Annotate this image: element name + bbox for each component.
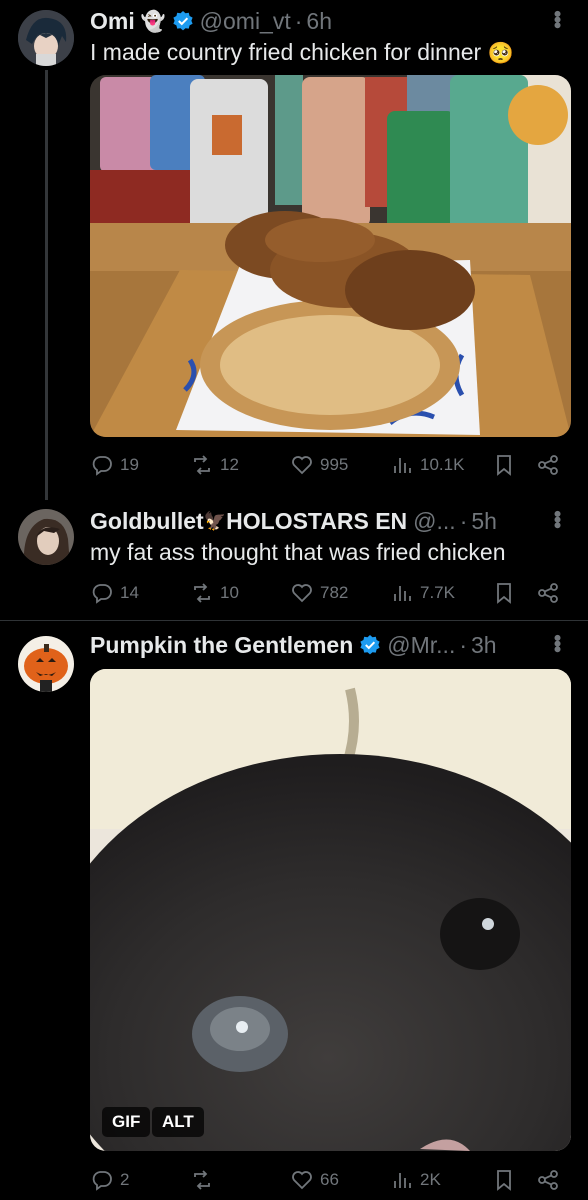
views-button[interactable]: 2K [390, 1168, 490, 1192]
like-count: 782 [320, 583, 349, 602]
post-gif[interactable]: GIF ALT [90, 669, 571, 1151]
share-icon[interactable] [536, 1168, 560, 1192]
repost-count: 12 [220, 455, 239, 474]
post-actions: 14 10 782 7.7K [90, 578, 570, 608]
post-actions: 19 12 995 10.1K [90, 450, 570, 480]
avatar[interactable] [18, 509, 74, 565]
like-button[interactable]: 995 [290, 453, 390, 477]
share-icon[interactable] [536, 453, 560, 477]
heart-icon [292, 456, 312, 475]
repost-button[interactable]: 10 [190, 581, 290, 605]
heart-icon [292, 584, 312, 603]
views-icon [394, 458, 411, 473]
verified-badge-icon [173, 11, 193, 31]
name-symbol: 🦅 [203, 510, 227, 531]
repost-icon [194, 583, 210, 603]
gif-badge[interactable]: GIF [102, 1107, 151, 1137]
display-name[interactable]: Pumpkin the Gentlemen [90, 632, 353, 659]
repost-icon [194, 455, 210, 475]
post-goldbullet[interactable]: Goldbullet 🦅 HOLOSTARS EN @... · 5h ••• … [0, 500, 588, 620]
more-options-icon[interactable]: ••• [544, 510, 570, 527]
display-name[interactable]: Goldbullet [90, 508, 204, 535]
views-icon [394, 1173, 411, 1188]
bookmark-icon[interactable] [492, 453, 516, 477]
bookmark-icon[interactable] [492, 581, 516, 605]
avatar[interactable] [18, 10, 74, 66]
timestamp[interactable]: 6h [306, 8, 332, 35]
views-button[interactable]: 7.7K [390, 581, 490, 605]
more-options-icon[interactable]: ••• [544, 634, 570, 651]
like-count: 995 [320, 455, 349, 474]
post-divider [0, 620, 588, 621]
more-options-icon[interactable]: ••• [544, 10, 570, 27]
name-emoji: 👻 [140, 10, 166, 33]
reply-icon [92, 456, 112, 476]
like-button[interactable]: 782 [290, 581, 390, 605]
display-name[interactable]: Omi [90, 8, 135, 35]
post-text: I made country fried chicken for dinner … [90, 37, 570, 69]
repost-button[interactable]: 12 [190, 453, 290, 477]
share-icon[interactable] [536, 581, 560, 605]
separator-dot: · [459, 631, 468, 658]
post-header: Omi 👻 @omi_vt · 6h [90, 6, 570, 36]
reply-icon [92, 1171, 112, 1191]
post-text-body: I made country fried chicken for dinner [90, 39, 482, 65]
post-text: my fat ass thought that was fried chicke… [90, 539, 506, 565]
post-omi[interactable]: Omi 👻 @omi_vt · 6h ••• I made country fr… [0, 0, 588, 500]
timestamp[interactable]: 3h [471, 632, 497, 659]
handle[interactable]: @... [413, 508, 456, 535]
thread-line [45, 70, 48, 500]
black-cat-gif [90, 669, 571, 1151]
like-button[interactable]: 66 [290, 1168, 390, 1192]
reply-button[interactable]: 14 [90, 581, 190, 605]
handle[interactable]: @omi_vt [200, 8, 291, 35]
fried-chicken-photo [90, 75, 571, 437]
post-header: Goldbullet 🦅 HOLOSTARS EN @... · 5h [90, 506, 570, 536]
repost-button[interactable] [190, 1168, 290, 1192]
view-count: 7.7K [420, 583, 455, 602]
views-icon [394, 586, 411, 601]
avatar-image [18, 10, 74, 66]
views-button[interactable]: 10.1K [390, 453, 490, 477]
alt-badge[interactable]: ALT [152, 1107, 204, 1137]
like-count: 66 [320, 1170, 339, 1189]
post-header: Pumpkin the Gentlemen @Mr... · 3h [90, 630, 570, 660]
separator-dot: · [294, 7, 303, 34]
view-count: 2K [420, 1170, 441, 1189]
repost-count: 10 [220, 583, 239, 602]
reply-icon [92, 584, 112, 604]
reply-count: 19 [120, 455, 139, 474]
display-name-suffix[interactable]: HOLOSTARS EN [226, 508, 407, 535]
repost-icon [194, 1170, 210, 1190]
pleading-face-emoji: 🥺 [487, 42, 514, 65]
separator-dot: · [459, 507, 468, 534]
avatar-image [18, 509, 74, 565]
reply-count: 14 [120, 583, 139, 602]
post-pumpkin[interactable]: Pumpkin the Gentlemen @Mr... · 3h ••• GI… [0, 628, 588, 1200]
verified-badge-icon [360, 635, 380, 655]
view-count: 10.1K [420, 455, 465, 474]
handle[interactable]: @Mr... [387, 632, 455, 659]
post-photo[interactable] [90, 75, 571, 437]
heart-icon [292, 1171, 312, 1190]
pumpkin-avatar-image [18, 636, 74, 692]
post-actions: 2 66 2K [90, 1165, 570, 1195]
reply-button[interactable]: 19 [90, 453, 190, 477]
reply-button[interactable]: 2 [90, 1168, 190, 1192]
bookmark-icon[interactable] [492, 1168, 516, 1192]
avatar[interactable] [18, 636, 74, 692]
timestamp[interactable]: 5h [471, 508, 497, 535]
reply-count: 2 [120, 1170, 130, 1189]
